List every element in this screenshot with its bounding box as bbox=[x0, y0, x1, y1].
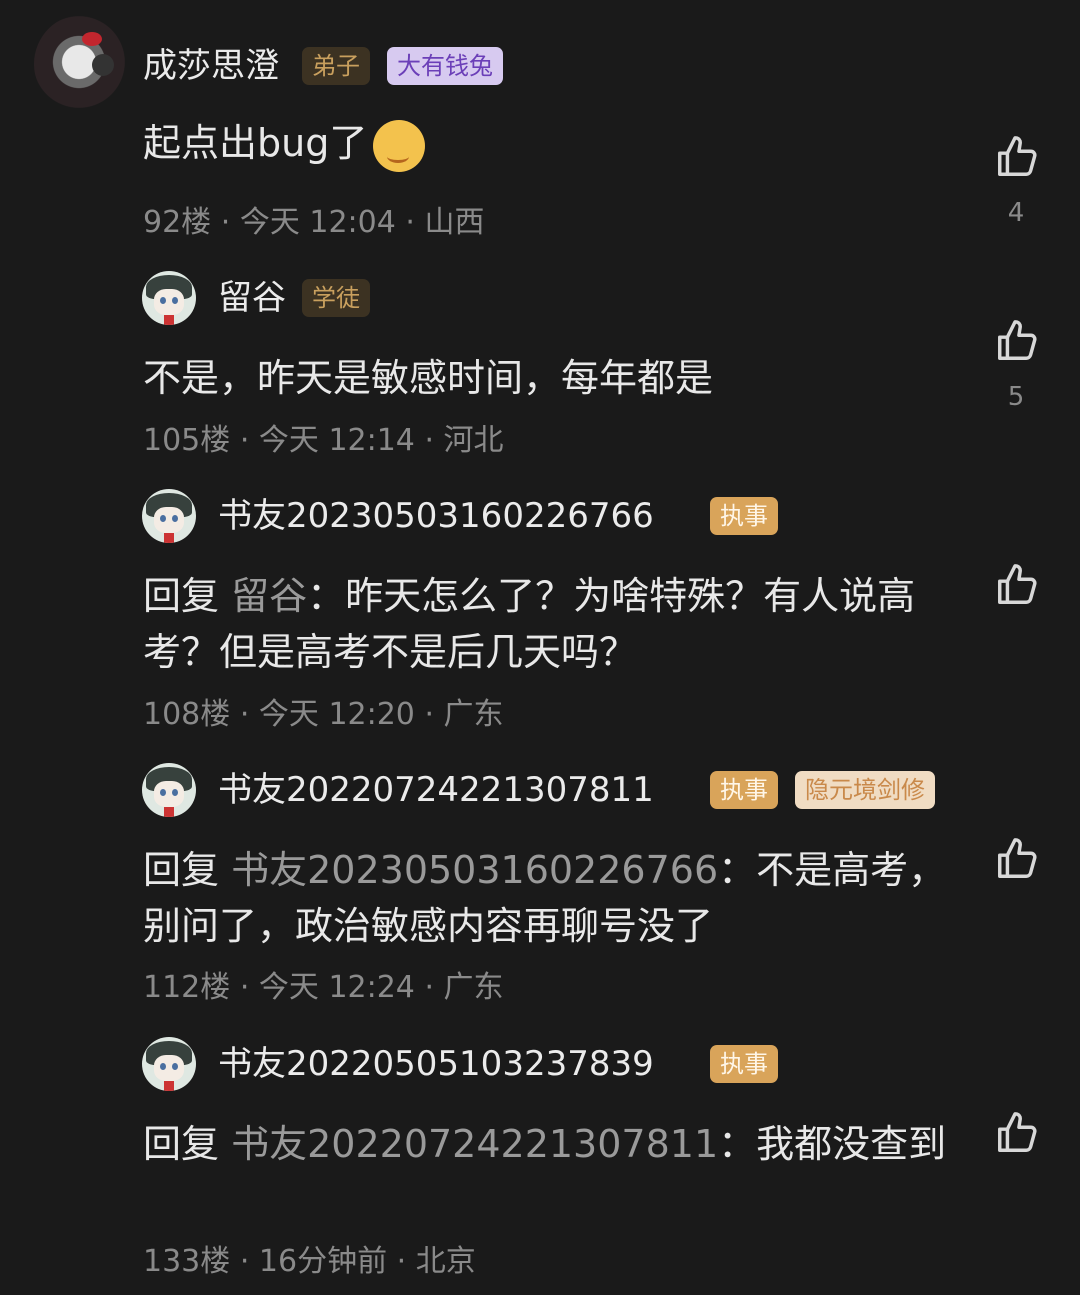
role-badge: 执事 bbox=[710, 771, 778, 809]
comment-meta: 108楼 · 今天 12:20 · 广东 bbox=[143, 697, 504, 732]
username[interactable]: 成莎思澄 bbox=[143, 46, 279, 86]
comment-text: 回复 留谷：昨天怎么了？为啥特殊？有人说高考？但是高考不是后几天吗？ bbox=[143, 574, 916, 674]
comment-meta: 133楼 · 16分钟前 · 北京 bbox=[143, 1244, 476, 1279]
comment-text: 回复 书友20220724221307811：我都没查到 bbox=[143, 1122, 947, 1166]
level-badge: 弟子 bbox=[302, 47, 370, 85]
comment-meta: 105楼 · 今天 12:14 · 河北 bbox=[143, 423, 504, 458]
comment-text: 起点出bug了 bbox=[143, 115, 963, 172]
username[interactable]: 书友20230503160226766 bbox=[218, 496, 654, 536]
like-count: 5 bbox=[1007, 382, 1025, 412]
reply-target[interactable]: 书友20230503160226766 bbox=[231, 848, 718, 892]
level-badge: 学徒 bbox=[302, 279, 370, 317]
like-count: 4 bbox=[1007, 198, 1025, 228]
rank-badge: 隐元境剑修 bbox=[795, 771, 935, 809]
avatar[interactable] bbox=[142, 271, 196, 325]
thumbs-up-icon[interactable] bbox=[994, 562, 1040, 608]
role-badge: 执事 bbox=[710, 497, 778, 535]
fan-badge: 大有钱兔 bbox=[387, 47, 503, 85]
role-badge: 执事 bbox=[710, 1045, 778, 1083]
reply-target[interactable]: 书友20220724221307811 bbox=[231, 1122, 718, 1166]
comment-meta: 112楼 · 今天 12:24 · 广东 bbox=[143, 970, 504, 1005]
avatar[interactable] bbox=[142, 489, 196, 543]
thumbs-up-icon[interactable] bbox=[994, 1110, 1040, 1156]
thumbs-up-icon[interactable] bbox=[994, 836, 1040, 882]
username[interactable]: 书友20220505103237839 bbox=[218, 1044, 654, 1084]
comment-meta: 92楼 · 今天 12:04 · 山西 bbox=[143, 205, 485, 240]
comment-text: 回复 书友20230503160226766：不是高考，别问了，政治敏感内容再聊… bbox=[143, 848, 947, 948]
thumbs-up-icon[interactable] bbox=[994, 134, 1040, 180]
thumbs-up-icon[interactable] bbox=[994, 318, 1040, 364]
avatar[interactable] bbox=[142, 763, 196, 817]
comment-text: 不是，昨天是敏感时间，每年都是 bbox=[143, 356, 714, 400]
reply-target[interactable]: 留谷 bbox=[231, 574, 307, 618]
avatar[interactable] bbox=[142, 1037, 196, 1091]
smiling-face-emoji-icon bbox=[373, 119, 426, 172]
comment-item: 成莎思澄 弟子 大有钱兔 起点出bug了 92楼 · 今天 12:04 · 山西… bbox=[0, 0, 1080, 250]
avatar[interactable] bbox=[34, 14, 134, 114]
username[interactable]: 书友20220724221307811 bbox=[218, 770, 654, 810]
username[interactable]: 留谷 bbox=[218, 278, 286, 318]
